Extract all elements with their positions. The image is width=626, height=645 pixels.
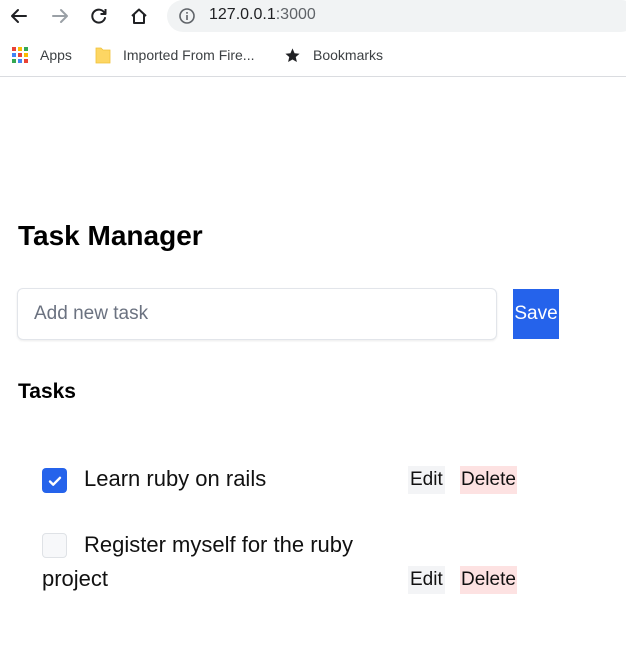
address-bar[interactable]: 127.0.0.1:3000 bbox=[167, 0, 626, 32]
back-button[interactable] bbox=[5, 3, 33, 29]
info-icon bbox=[179, 8, 195, 24]
edit-button[interactable]: Edit bbox=[408, 466, 445, 494]
new-task-input[interactable] bbox=[17, 288, 497, 340]
task-text: Register myself for the ruby project bbox=[42, 532, 353, 591]
home-icon bbox=[131, 8, 147, 24]
task-text: Learn ruby on rails bbox=[84, 466, 267, 491]
tasks-heading: Tasks bbox=[18, 380, 76, 403]
reload-button[interactable] bbox=[85, 3, 113, 29]
bookmark-bookmarks[interactable]: Bookmarks bbox=[284, 44, 383, 66]
star-icon bbox=[284, 47, 301, 64]
save-button[interactable]: Save bbox=[513, 289, 559, 339]
reload-icon bbox=[91, 8, 107, 24]
bookmark-apps-label: Apps bbox=[40, 47, 72, 63]
arrow-left-icon bbox=[11, 9, 27, 23]
delete-button[interactable]: Delete bbox=[460, 566, 517, 594]
url-port: :3000 bbox=[275, 6, 316, 23]
url-host: 127.0.0.1 bbox=[209, 6, 276, 23]
url-text: 127.0.0.1:3000 bbox=[209, 6, 316, 24]
home-button[interactable] bbox=[125, 3, 153, 29]
bookmark-imported-folder[interactable]: Imported From Fire... bbox=[95, 44, 254, 66]
folder-icon bbox=[95, 46, 111, 64]
apps-grid-icon bbox=[12, 47, 28, 63]
arrow-right-icon bbox=[52, 9, 68, 23]
bookmarks-bar: Apps Imported From Fire... Bookmarks bbox=[0, 34, 626, 77]
browser-toolbar: 127.0.0.1:3000 bbox=[0, 0, 626, 34]
bookmark-bookmarks-label: Bookmarks bbox=[313, 47, 384, 63]
forward-button[interactable] bbox=[46, 3, 74, 29]
bookmark-imported-label: Imported From Fire... bbox=[123, 47, 255, 63]
bookmark-apps[interactable]: Apps bbox=[12, 44, 72, 66]
delete-button[interactable]: Delete bbox=[460, 466, 517, 494]
page-title: Task Manager bbox=[18, 220, 203, 251]
edit-button[interactable]: Edit bbox=[408, 566, 445, 594]
